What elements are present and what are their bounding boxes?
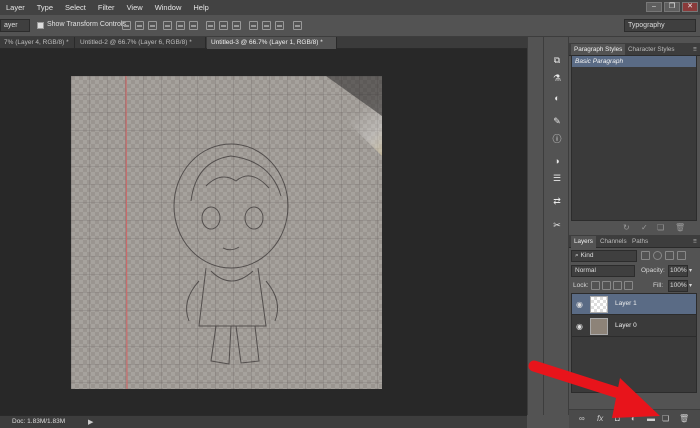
tab-document-3[interactable]: Untitled-3 @ 66.7% (Layer 1, RGB/8) * <box>207 37 337 49</box>
distribute-left-icon[interactable] <box>249 21 258 30</box>
window-controls: – ❐ ✕ <box>646 2 698 12</box>
options-bar: ayer Show Transform Controls Typography <box>0 15 700 37</box>
minimize-icon[interactable]: – <box>646 2 662 12</box>
blend-row: Normal Opacity: 100% ▾ <box>571 265 697 278</box>
filter-pixel-icon[interactable] <box>641 251 650 260</box>
red-annotation-arrow <box>528 360 660 418</box>
info-icon[interactable]: ⓘ <box>551 132 563 144</box>
menu-type[interactable]: Type <box>31 3 59 12</box>
show-transform-label: Show Transform Controls <box>47 21 126 28</box>
align-bottom-icon[interactable] <box>148 21 157 30</box>
auto-select-dropdown[interactable]: ayer <box>0 19 30 32</box>
align-hcenter-icon[interactable] <box>176 21 185 30</box>
sketch-artwork <box>71 76 382 389</box>
layers-menu-icon[interactable]: ≡ <box>690 236 700 248</box>
new-style-icon[interactable]: ❏ <box>657 223 664 232</box>
tab-paths[interactable]: Paths <box>629 236 651 248</box>
blend-mode-dropdown[interactable]: Normal <box>571 265 635 277</box>
layer-filter-row: ⌕ Kind <box>571 250 697 263</box>
adjustments-icon[interactable]: ◑ <box>551 155 563 167</box>
distribute-bottom-icon[interactable] <box>232 21 241 30</box>
canvas-area[interactable] <box>0 49 527 415</box>
filter-kind-dropdown[interactable]: ⌕ Kind <box>571 250 637 262</box>
properties-icon[interactable]: ⇄ <box>551 195 563 207</box>
opacity-dropdown-icon[interactable]: ▾ <box>689 267 692 274</box>
restore-icon[interactable]: ❐ <box>664 2 680 12</box>
tab-channels[interactable]: Channels <box>597 236 630 248</box>
lock-all-icon[interactable] <box>624 281 633 290</box>
distribute-right-icon[interactable] <box>275 21 284 30</box>
tab-document-1[interactable]: 7% (Layer 4, RGB/8) * <box>0 37 75 49</box>
document-size-info: Doc: 1.83M/1.83M <box>12 418 66 425</box>
layer-thumbnail <box>590 318 608 335</box>
panel-icon-dock: ⧉ ⚗ ◐ ✎ ⓘ ◑ ☰ ⇄ ✂ <box>543 37 569 415</box>
paragraph-styles-list: Basic Paragraph <box>571 55 697 221</box>
opacity-input[interactable]: 100% <box>668 265 688 277</box>
collapsed-panel-strip <box>527 37 543 415</box>
fill-dropdown-icon[interactable]: ▾ <box>689 282 692 289</box>
show-transform-checkbox[interactable] <box>37 22 44 29</box>
filter-kind-value: Kind <box>580 252 594 259</box>
opacity-label: Opacity: <box>641 267 665 274</box>
status-bar: Doc: 1.83M/1.83M ▶ <box>0 415 527 428</box>
layers-panel-tabs: Layers Channels Paths ≡ <box>569 235 700 248</box>
delete-style-icon[interactable]: 🗑 <box>675 223 685 232</box>
status-menu-arrow-icon[interactable]: ▶ <box>88 418 93 426</box>
lock-image-icon[interactable] <box>602 281 611 290</box>
layer-row[interactable]: ◉ Layer 1 <box>572 294 696 315</box>
lock-label: Lock: <box>573 282 589 289</box>
commit-icon[interactable]: ✓ <box>641 223 648 232</box>
paragraph-panel-footer: ↻ ✓ ❏ 🗑 <box>571 223 697 233</box>
color-icon[interactable]: ◐ <box>551 92 563 104</box>
document-canvas[interactable] <box>71 76 382 389</box>
layer-thumbnail <box>590 296 608 313</box>
clear-override-icon[interactable]: ↻ <box>623 223 630 232</box>
distribute-top-icon[interactable] <box>206 21 215 30</box>
filter-type-icon[interactable] <box>665 251 674 260</box>
menu-window[interactable]: Window <box>149 3 188 12</box>
tab-document-2[interactable]: Untitled-2 @ 66.7% (Layer 6, RGB/8) * <box>76 37 206 49</box>
align-right-icon[interactable] <box>189 21 198 30</box>
close-icon[interactable]: ✕ <box>682 2 698 12</box>
menu-select[interactable]: Select <box>59 3 92 12</box>
eye-icon[interactable]: ◉ <box>576 322 583 331</box>
fill-label: Fill: <box>653 282 664 289</box>
tab-layers[interactable]: Layers <box>571 236 596 248</box>
paragraph-style-item[interactable]: Basic Paragraph <box>572 56 696 67</box>
styles-icon[interactable]: ☰ <box>551 172 563 184</box>
align-top-icon[interactable] <box>122 21 131 30</box>
lock-position-icon[interactable] <box>613 281 622 290</box>
tools-preset-icon[interactable]: ✂ <box>551 219 563 231</box>
menu-view[interactable]: View <box>121 3 149 12</box>
distribute-hcenter-icon[interactable] <box>262 21 271 30</box>
actions-icon[interactable]: ⚗ <box>551 72 563 84</box>
brush-icon[interactable]: ✎ <box>551 115 563 127</box>
align-vcenter-icon[interactable] <box>135 21 144 30</box>
filter-shape-icon[interactable] <box>677 251 686 260</box>
eye-icon[interactable]: ◉ <box>576 300 583 309</box>
layer-name[interactable]: Layer 0 <box>615 322 637 329</box>
fill-input[interactable]: 100% <box>668 280 688 292</box>
menu-bar: Layer Type Select Filter View Window Hel… <box>0 0 700 15</box>
layer-row[interactable]: ◉ Layer 0 <box>572 316 696 337</box>
filter-adjustment-icon[interactable] <box>653 251 662 260</box>
distribute-vcenter-icon[interactable] <box>219 21 228 30</box>
menu-help[interactable]: Help <box>187 3 214 12</box>
layer-name[interactable]: Layer 1 <box>615 300 637 307</box>
document-tab-bar: 7% (Layer 4, RGB/8) * Untitled-2 @ 66.7%… <box>0 37 527 49</box>
align-left-icon[interactable] <box>163 21 172 30</box>
history-icon[interactable]: ⧉ <box>551 54 563 66</box>
auto-align-icon[interactable] <box>293 21 302 30</box>
menu-filter[interactable]: Filter <box>92 3 121 12</box>
workspace-dropdown[interactable]: Typography <box>624 19 696 32</box>
lock-transparent-icon[interactable] <box>591 281 600 290</box>
lock-row: Lock: Fill: 100% ▾ <box>571 280 697 293</box>
menu-layer[interactable]: Layer <box>0 3 31 12</box>
